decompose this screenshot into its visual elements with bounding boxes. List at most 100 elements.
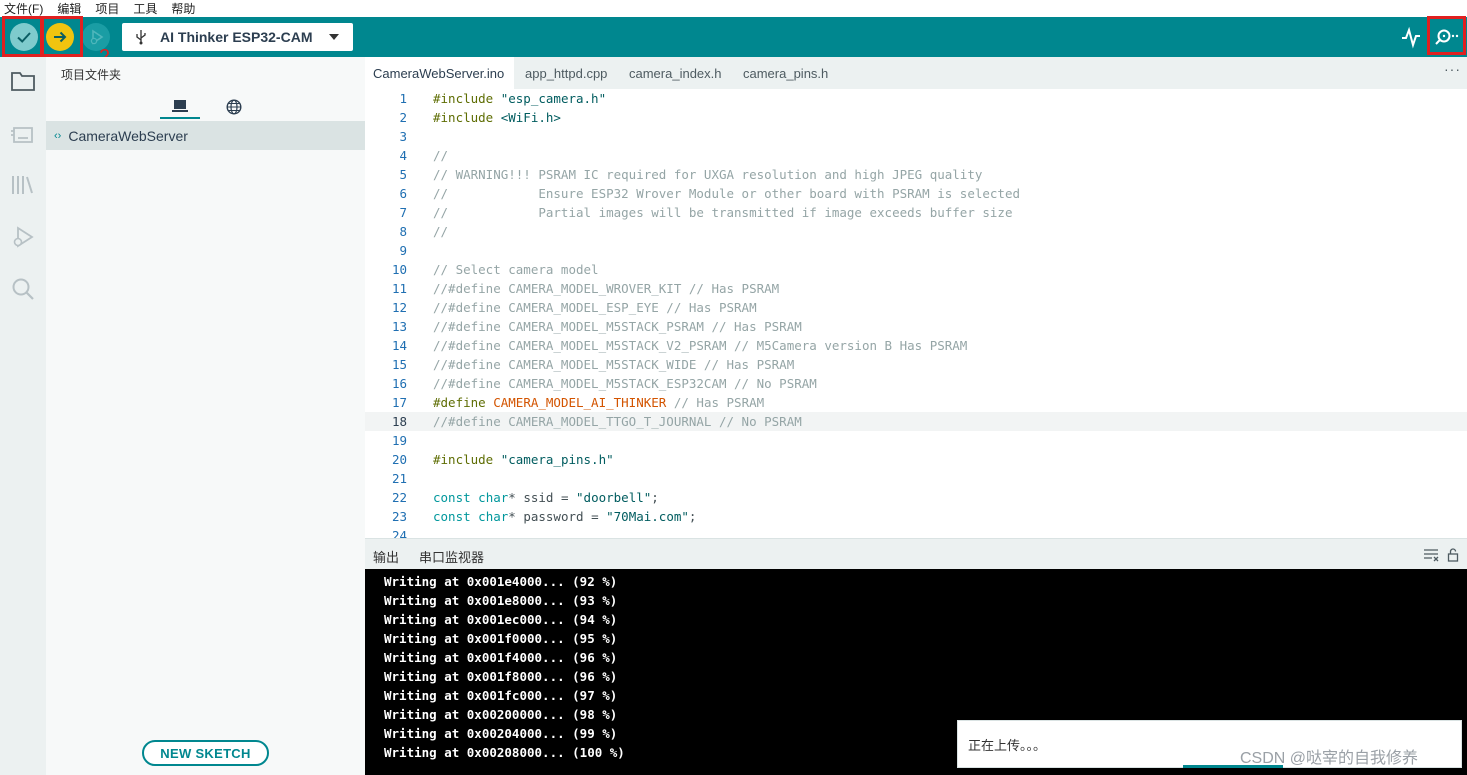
scroll-lock-icon[interactable]	[1447, 548, 1459, 562]
output-line: Writing at 0x00204000... (99 %)	[384, 726, 618, 741]
tab-camera-pins-h[interactable]: camera_pins.h	[735, 57, 835, 89]
menu-tools[interactable]: 工具	[133, 0, 157, 17]
tab-camera-index-h[interactable]: camera_index.h	[621, 57, 731, 89]
tab-cloud-sketchbook[interactable]	[214, 95, 254, 119]
tab-app-httpd-cpp[interactable]: app_httpd.cpp	[517, 57, 617, 89]
line-code: // Partial images will be transmitted if…	[433, 203, 1012, 222]
code-line[interactable]: 19	[365, 431, 1467, 450]
more-tabs-button[interactable]: ···	[1444, 61, 1461, 77]
usb-icon	[134, 29, 148, 45]
code-line[interactable]: 6 // Ensure ESP32 Wrover Module or other …	[365, 184, 1467, 203]
search-button[interactable]	[9, 275, 37, 303]
code-line[interactable]: 22 const char* ssid = "doorbell";	[365, 488, 1467, 507]
code-token: * password =	[508, 509, 607, 524]
new-sketch-button[interactable]: NEW SKETCH	[142, 740, 269, 766]
sketch-item[interactable]: ‹› CameraWebServer	[46, 121, 365, 150]
code-brackets-icon: ‹›	[54, 129, 62, 142]
clear-output-icon[interactable]	[1423, 548, 1439, 562]
editor-tabbar: CameraWebServer.ino app_httpd.cpp camera…	[365, 57, 1467, 89]
menu-edit[interactable]: 编辑	[57, 0, 81, 17]
activity-bar	[0, 57, 46, 775]
menu-sketch[interactable]: 项目	[95, 0, 119, 17]
annotation-box-2	[41, 16, 83, 57]
code-line[interactable]: 1 #include "esp_camera.h"	[365, 89, 1467, 108]
code-line[interactable]: 24	[365, 526, 1467, 538]
line-code: const char* password = "70Mai.com";	[433, 507, 696, 526]
sketchbook-button[interactable]	[9, 67, 37, 95]
board-name: AI Thinker ESP32-CAM	[160, 29, 313, 45]
line-code: // Ensure ESP32 Wrover Module or other b…	[433, 184, 1020, 203]
code-line[interactable]: 13 //#define CAMERA_MODEL_M5STACK_PSRAM /…	[365, 317, 1467, 336]
line-number: 20	[391, 452, 407, 467]
line-number: 13	[391, 319, 407, 334]
code-line[interactable]: 14 //#define CAMERA_MODEL_M5STACK_V2_PSRA…	[365, 336, 1467, 355]
code-line[interactable]: 17 #define CAMERA_MODEL_AI_THINKER // Has…	[365, 393, 1467, 412]
code-token: //#define CAMERA_MODEL_TTGO_T_JOURNAL //…	[433, 414, 802, 429]
code-token: #include	[433, 452, 501, 467]
code-token: ;	[651, 490, 659, 505]
debug-panel-button[interactable]	[9, 223, 37, 251]
line-number: 23	[391, 509, 407, 524]
code-line[interactable]: 21	[365, 469, 1467, 488]
line-number: 19	[391, 433, 407, 448]
code-token: //#define CAMERA_MODEL_M5STACK_V2_PSRAM …	[433, 338, 968, 353]
line-number: 21	[391, 471, 407, 486]
menu-help[interactable]: 帮助	[171, 0, 195, 17]
line-number: 24	[391, 528, 407, 538]
library-manager-button[interactable]	[9, 171, 37, 199]
code-token: #define	[433, 395, 494, 410]
code-line[interactable]: 9	[365, 241, 1467, 260]
line-number: 11	[391, 281, 407, 296]
sketch-name: CameraWebServer	[68, 127, 188, 144]
code-editor[interactable]: 1 #include "esp_camera.h" 2 #include <WiFi.…	[365, 89, 1467, 538]
code-line[interactable]: 5 // WARNING!!! PSRAM IC required for UXG…	[365, 165, 1467, 184]
code-token: "70Mai.com"	[606, 509, 689, 524]
line-number: 1	[399, 91, 407, 106]
code-line[interactable]: 16 //#define CAMERA_MODEL_M5STACK_ESP32CA…	[365, 374, 1467, 393]
code-line[interactable]: 20 #include "camera_pins.h"	[365, 450, 1467, 469]
code-token: "doorbell"	[576, 490, 652, 505]
code-line[interactable]: 2 #include <WiFi.h>	[365, 108, 1467, 127]
line-number: 3	[399, 129, 407, 144]
code-line[interactable]: 3	[365, 127, 1467, 146]
boards-manager-button[interactable]	[9, 120, 37, 148]
output-line: Writing at 0x001f8000... (96 %)	[384, 669, 618, 684]
serial-plotter-icon	[1402, 26, 1420, 49]
tab-local-sketchbook[interactable]	[160, 95, 200, 119]
code-line[interactable]: 4 //	[365, 146, 1467, 165]
code-token: // Partial images will be transmitted if…	[433, 205, 1013, 220]
code-token: #include	[433, 110, 501, 125]
code-line[interactable]: 18 //#define CAMERA_MODEL_TTGO_T_JOURNAL …	[365, 412, 1467, 431]
code-line[interactable]: 10 // Select camera model	[365, 260, 1467, 279]
chevron-down-icon	[329, 34, 339, 40]
code-line[interactable]: 8 //	[365, 222, 1467, 241]
tab-camerawebserver-ino[interactable]: CameraWebServer.ino	[365, 57, 514, 89]
line-number: 17	[391, 395, 407, 410]
line-number: 7	[399, 205, 407, 220]
tab-output[interactable]: 输出	[373, 547, 399, 566]
code-line[interactable]: 7 // Partial images will be transmitted i…	[365, 203, 1467, 222]
code-token: "esp_camera.h"	[500, 91, 607, 106]
menu-file[interactable]: 文件(F)	[4, 0, 43, 17]
code-token: <WiFi.h>	[500, 110, 561, 125]
code-line[interactable]: 12 //#define CAMERA_MODEL_ESP_EYE // Has …	[365, 298, 1467, 317]
code-token: // Ensure ESP32 Wrover Module or other b…	[433, 186, 1020, 201]
code-token: // Has PSRAM	[666, 395, 765, 410]
folder-icon	[11, 72, 35, 91]
sidebar: 项目文件夹 ‹› CameraWebServer NEW SKETCH	[46, 57, 365, 775]
search-icon	[12, 278, 34, 300]
line-code: #include <WiFi.h>	[433, 108, 561, 127]
line-code: //	[433, 146, 448, 165]
tab-serial-monitor[interactable]: 串口监视器	[419, 547, 484, 566]
code-line[interactable]: 15 //#define CAMERA_MODEL_M5STACK_WIDE //…	[365, 355, 1467, 374]
line-number: 16	[391, 376, 407, 391]
board-selector[interactable]: AI Thinker ESP32-CAM	[122, 23, 353, 51]
code-token: char	[478, 509, 509, 524]
code-line[interactable]: 23 const char* password = "70Mai.com";	[365, 507, 1467, 526]
line-number: 22	[391, 490, 407, 505]
line-number: 9	[399, 243, 407, 258]
output-line: Writing at 0x001fc000... (97 %)	[384, 688, 618, 703]
notification-text: 正在上传。。。	[968, 737, 1047, 753]
serial-plotter-button[interactable]	[1399, 25, 1423, 49]
code-line[interactable]: 11 //#define CAMERA_MODEL_WROVER_KIT // H…	[365, 279, 1467, 298]
